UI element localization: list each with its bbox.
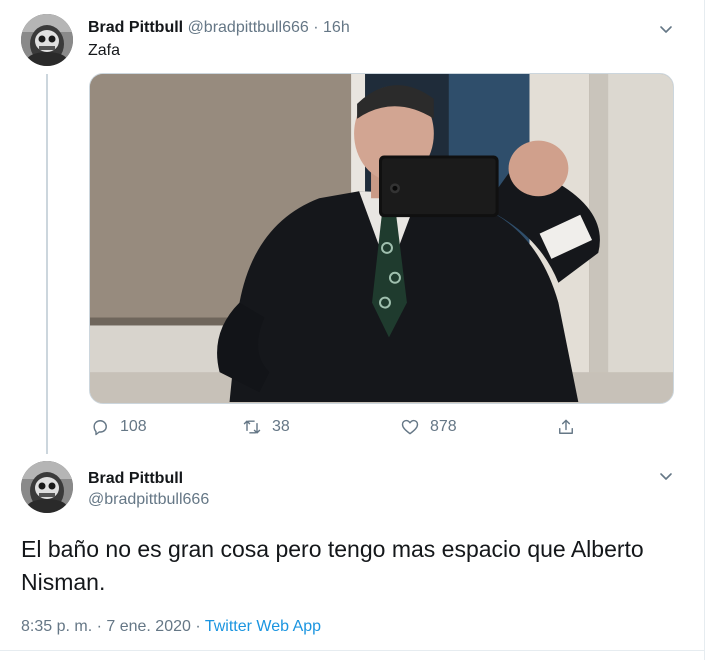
tweet-text: El baño no es gran cosa pero tengo mas e…: [21, 536, 644, 595]
display-name[interactable]: Brad Pittbull: [88, 19, 183, 36]
tweet-photo[interactable]: [89, 73, 674, 404]
tweet-header: Brad Pittbull @bradpittbull666 · 16h: [88, 18, 350, 38]
user-handle[interactable]: @bradpittbull666: [188, 19, 309, 36]
separator-dot: ·: [190, 618, 205, 635]
avatar[interactable]: [21, 461, 73, 513]
like-button[interactable]: 878: [400, 414, 457, 440]
tweet-text: Zafa: [88, 42, 121, 59]
chevron-down-icon[interactable]: [658, 21, 674, 37]
reply-icon: [93, 420, 107, 436]
source-app-link[interactable]: Twitter Web App: [205, 618, 321, 635]
user-handle[interactable]: @bradpittbull666: [88, 491, 209, 509]
tweet-timestamp[interactable]: 8:35 p. m. · 7 ene. 2020: [21, 618, 191, 635]
heart-icon: [401, 419, 419, 435]
separator-dot: ·: [313, 19, 319, 36]
retweet-button[interactable]: 38: [242, 414, 290, 440]
chevron-down-icon[interactable]: [658, 468, 674, 484]
divider: [0, 650, 705, 651]
tweet-actions: 108 38 878: [88, 414, 588, 440]
thread-connector-line: [46, 74, 48, 454]
retweet-count: 38: [272, 418, 290, 435]
share-icon: [559, 419, 573, 434]
retweet-icon: [243, 420, 261, 434]
avatar[interactable]: [21, 14, 73, 66]
tweet-thread: Brad Pittbull @bradpittbull666 · 16h Zaf…: [0, 0, 720, 660]
reply-button[interactable]: 108: [90, 414, 147, 440]
tweet-metadata: 8:35 p. m. · 7 ene. 2020 · Twitter Web A…: [21, 618, 321, 636]
display-name[interactable]: Brad Pittbull: [88, 470, 183, 488]
like-count: 878: [430, 418, 457, 435]
share-button[interactable]: [556, 414, 586, 440]
reply-count: 108: [120, 418, 147, 435]
tweet-time[interactable]: 16h: [323, 19, 350, 36]
